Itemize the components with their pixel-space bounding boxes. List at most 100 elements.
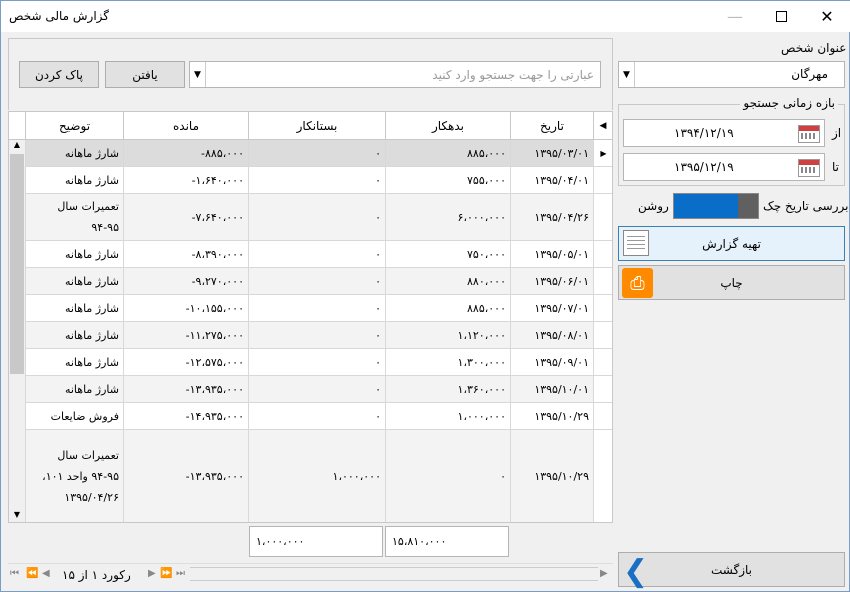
scroll-up-icon[interactable]: ▲ bbox=[9, 140, 25, 154]
to-date-input[interactable]: ۱۳۹۵/۱۲/۱۹ bbox=[623, 153, 825, 181]
current-row-indicator[interactable]: ▶ bbox=[594, 140, 612, 167]
next-page-icon[interactable]: ⏩ bbox=[160, 568, 172, 579]
chevron-down-icon[interactable]: ▼ bbox=[619, 62, 635, 87]
table-cell-date[interactable]: ۱۳۹۵/۰۹/۰۱ bbox=[511, 349, 594, 376]
table-cell-credit[interactable]: ۰ bbox=[249, 194, 386, 241]
chevron-down-icon[interactable]: ▼ bbox=[190, 62, 206, 87]
to-label: تا bbox=[832, 160, 839, 174]
scroll-thumb[interactable] bbox=[10, 154, 24, 374]
table-cell-desc[interactable]: شارژ ماهانه bbox=[26, 349, 124, 376]
table-cell-balance[interactable]: -۷،۶۴۰،۰۰۰ bbox=[124, 194, 249, 241]
table-cell-debit[interactable]: ۱،۳۰۰،۰۰۰ bbox=[386, 349, 511, 376]
clear-button[interactable]: پاک کردن bbox=[19, 61, 99, 88]
person-select[interactable]: ▼ مهرگان bbox=[618, 61, 845, 88]
vertical-scrollbar[interactable]: ▲ ▼ bbox=[9, 140, 26, 522]
find-button[interactable]: یافتن bbox=[105, 61, 185, 88]
table-cell-date[interactable]: ۱۳۹۵/۰۶/۰۱ bbox=[511, 268, 594, 295]
table-cell-credit[interactable]: ۱،۰۰۰،۰۰۰ bbox=[249, 430, 386, 522]
table-cell-desc[interactable]: شارژ ماهانه bbox=[26, 295, 124, 322]
table-cell-credit[interactable]: ۰ bbox=[249, 140, 386, 167]
print-button[interactable]: ⎙ چاپ bbox=[618, 265, 845, 300]
back-button[interactable]: ❮ بازگشت bbox=[618, 552, 845, 589]
table-cell-desc[interactable]: شارژ ماهانه bbox=[26, 167, 124, 194]
table-cell-balance[interactable]: -۱۲،۵۷۵،۰۰۰ bbox=[124, 349, 249, 376]
table-cell-debit[interactable]: ۱،۱۲۰،۰۰۰ bbox=[386, 322, 511, 349]
row-indicator[interactable] bbox=[594, 241, 612, 268]
table-cell-credit[interactable]: ۰ bbox=[249, 349, 386, 376]
calendar-icon[interactable] bbox=[798, 125, 820, 143]
row-indicator[interactable] bbox=[594, 295, 612, 322]
minimize-button[interactable]: — bbox=[712, 1, 758, 32]
table-cell-desc[interactable]: شارژ ماهانه bbox=[26, 241, 124, 268]
table-cell-date[interactable]: ۱۳۹۵/۰۵/۰۱ bbox=[511, 241, 594, 268]
prev-record-icon[interactable]: ◀ bbox=[42, 568, 50, 579]
table-cell-date[interactable]: ۱۳۹۵/۰۳/۰۱ bbox=[511, 140, 594, 167]
row-indicator[interactable] bbox=[594, 430, 612, 522]
table-cell-desc[interactable]: شارژ ماهانه bbox=[26, 140, 124, 167]
row-indicator[interactable] bbox=[594, 194, 612, 241]
table-cell-balance[interactable]: -۱۱،۲۷۵،۰۰۰ bbox=[124, 322, 249, 349]
table-cell-balance[interactable]: -۹،۲۷۰،۰۰۰ bbox=[124, 268, 249, 295]
scroll-down-icon[interactable]: ▼ bbox=[9, 510, 25, 522]
table-cell-debit[interactable]: ۸۸۰،۰۰۰ bbox=[386, 268, 511, 295]
table-cell-balance[interactable]: -۱،۶۴۰،۰۰۰ bbox=[124, 167, 249, 194]
horizontal-scrollbar[interactable] bbox=[190, 567, 598, 581]
table-cell-credit[interactable]: ۰ bbox=[249, 268, 386, 295]
table-cell-date[interactable]: ۱۳۹۵/۰۴/۰۱ bbox=[511, 167, 594, 194]
table-cell-balance[interactable]: -۱۳،۹۳۵،۰۰۰ bbox=[124, 376, 249, 403]
close-button[interactable]: ✕ bbox=[804, 1, 850, 32]
table-cell-credit[interactable]: ۰ bbox=[249, 167, 386, 194]
table-cell-debit[interactable]: ۱،۳۶۰،۰۰۰ bbox=[386, 376, 511, 403]
table-cell-date[interactable]: ۱۳۹۵/۰۸/۰۱ bbox=[511, 322, 594, 349]
scroll-right-icon[interactable]: ▶ bbox=[600, 568, 608, 579]
table-cell-desc[interactable]: شارژ ماهانه bbox=[26, 322, 124, 349]
maximize-button[interactable] bbox=[758, 1, 804, 32]
row-indicator[interactable] bbox=[594, 403, 612, 430]
search-input[interactable]: ▼ عبارتی را جهت جستجو وارد کنید bbox=[189, 61, 601, 88]
last-record-icon[interactable]: ⏭ bbox=[176, 568, 185, 579]
make-report-label: تهیه گزارش bbox=[702, 236, 761, 251]
first-record-icon[interactable]: ⏮ bbox=[10, 568, 19, 579]
check-date-toggle[interactable] bbox=[673, 193, 759, 219]
table-cell-date[interactable]: ۱۳۹۵/۰۴/۲۶ bbox=[511, 194, 594, 241]
table-cell-credit[interactable]: ۰ bbox=[249, 376, 386, 403]
next-record-icon[interactable]: ▶ bbox=[148, 568, 156, 579]
table-cell-debit[interactable]: ۸۸۵،۰۰۰ bbox=[386, 295, 511, 322]
table-cell-debit[interactable]: ۱،۰۰۰،۰۰۰ bbox=[386, 403, 511, 430]
table-cell-debit[interactable]: ۷۵۵،۰۰۰ bbox=[386, 167, 511, 194]
table-cell-debit[interactable]: ۰ bbox=[386, 430, 511, 522]
table-cell-credit[interactable]: ۰ bbox=[249, 241, 386, 268]
make-report-button[interactable]: تهیه گزارش bbox=[618, 226, 845, 261]
table-cell-credit[interactable]: ۰ bbox=[249, 295, 386, 322]
table-cell-date[interactable]: ۱۳۹۵/۱۰/۲۹ bbox=[511, 430, 594, 522]
row-indicator[interactable] bbox=[594, 268, 612, 295]
table-cell-desc[interactable]: تعمیرات سال ۹۵-۹۴ واحد ۱۰۱، ۱۳۹۵/۰۴/۲۶ bbox=[26, 430, 124, 522]
table-cell-balance[interactable]: -۱۴،۹۳۵،۰۰۰ bbox=[124, 403, 249, 430]
table-cell-balance[interactable]: -۱۳،۹۳۵،۰۰۰ bbox=[124, 430, 249, 522]
table-cell-balance[interactable]: -۸،۳۹۰،۰۰۰ bbox=[124, 241, 249, 268]
row-indicator[interactable] bbox=[594, 322, 612, 349]
from-date-input[interactable]: ۱۳۹۴/۱۲/۱۹ bbox=[623, 119, 825, 147]
table-cell-debit[interactable]: ۷۵۰،۰۰۰ bbox=[386, 241, 511, 268]
table-cell-debit[interactable]: ۸۸۵،۰۰۰ bbox=[386, 140, 511, 167]
navigator: ⏮ ⏪ ◀ رکورد ۱ از ۱۵ ▶ ⏩ ⏭ ▶ bbox=[8, 563, 613, 585]
row-indicator[interactable] bbox=[594, 167, 612, 194]
to-date-value: ۱۳۹۵/۱۲/۱۹ bbox=[674, 160, 734, 174]
row-indicator[interactable] bbox=[594, 376, 612, 403]
table-cell-desc[interactable]: تعمیرات سال ۹۵-۹۴ bbox=[26, 194, 124, 241]
row-indicator[interactable] bbox=[594, 349, 612, 376]
table-cell-credit[interactable]: ۰ bbox=[249, 403, 386, 430]
table-cell-desc[interactable]: شارژ ماهانه bbox=[26, 376, 124, 403]
table-cell-desc[interactable]: شارژ ماهانه bbox=[26, 268, 124, 295]
table-cell-balance[interactable]: -۸۸۵،۰۰۰ bbox=[124, 140, 249, 167]
table-cell-desc[interactable]: فروش ضایعات bbox=[26, 403, 124, 430]
prev-page-icon[interactable]: ⏪ bbox=[26, 568, 38, 579]
table-cell-date[interactable]: ۱۳۹۵/۰۷/۰۱ bbox=[511, 295, 594, 322]
table-cell-debit[interactable]: ۶،۰۰۰،۰۰۰ bbox=[386, 194, 511, 241]
table-cell-date[interactable]: ۱۳۹۵/۱۰/۰۱ bbox=[511, 376, 594, 403]
table-cell-balance[interactable]: -۱۰،۱۵۵،۰۰۰ bbox=[124, 295, 249, 322]
calendar-icon[interactable] bbox=[798, 159, 820, 177]
table-cell-credit[interactable]: ۰ bbox=[249, 322, 386, 349]
table-cell-date[interactable]: ۱۳۹۵/۱۰/۲۹ bbox=[511, 403, 594, 430]
printer-icon: ⎙ bbox=[622, 268, 653, 298]
